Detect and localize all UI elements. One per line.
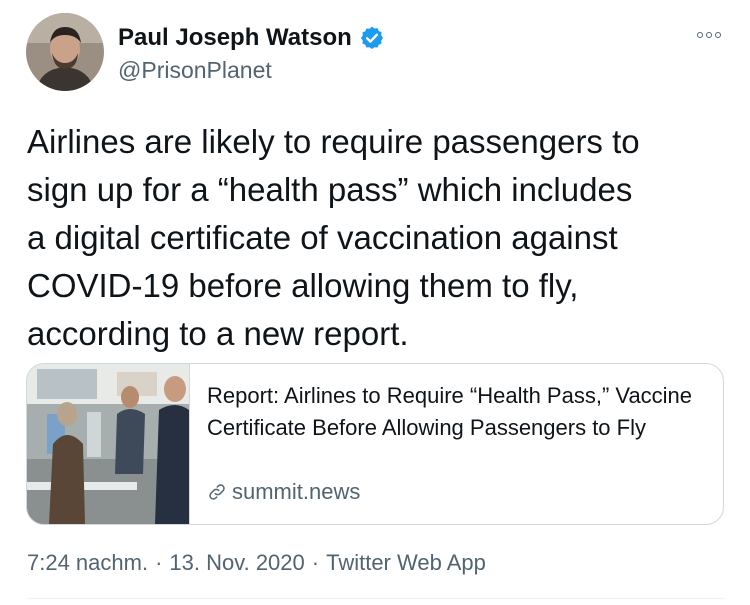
- tweet-time[interactable]: 7:24 nachm.: [27, 550, 148, 576]
- meta-separator: ·: [311, 550, 320, 575]
- verified-badge-icon: [359, 25, 385, 51]
- card-title[interactable]: Report: Airlines to Require “Health Pass…: [207, 380, 707, 444]
- more-options-icon[interactable]: [697, 28, 725, 42]
- tweet-meta: 7:24 nachm. · 13. Nov. 2020 · Twitter We…: [27, 550, 486, 576]
- meta-separator: ·: [155, 550, 163, 575]
- link-preview-card[interactable]: Report: Airlines to Require “Health Pass…: [26, 363, 724, 525]
- author-display-name[interactable]: Paul Joseph Watson: [118, 24, 352, 52]
- author-avatar[interactable]: [26, 13, 104, 91]
- tweet-text: Airlines are likely to require passenger…: [27, 123, 640, 352]
- tweet-source[interactable]: Twitter Web App: [326, 550, 486, 576]
- card-domain-row: summit.news: [207, 479, 360, 505]
- author-name-row: Paul Joseph Watson: [118, 24, 385, 52]
- card-domain: summit.news: [232, 479, 361, 504]
- divider: [27, 598, 725, 599]
- author-handle[interactable]: @PrisonPlanet: [118, 57, 272, 84]
- tweet-date[interactable]: 13. Nov. 2020: [169, 550, 304, 576]
- link-icon: [209, 484, 225, 500]
- card-image: [27, 364, 190, 524]
